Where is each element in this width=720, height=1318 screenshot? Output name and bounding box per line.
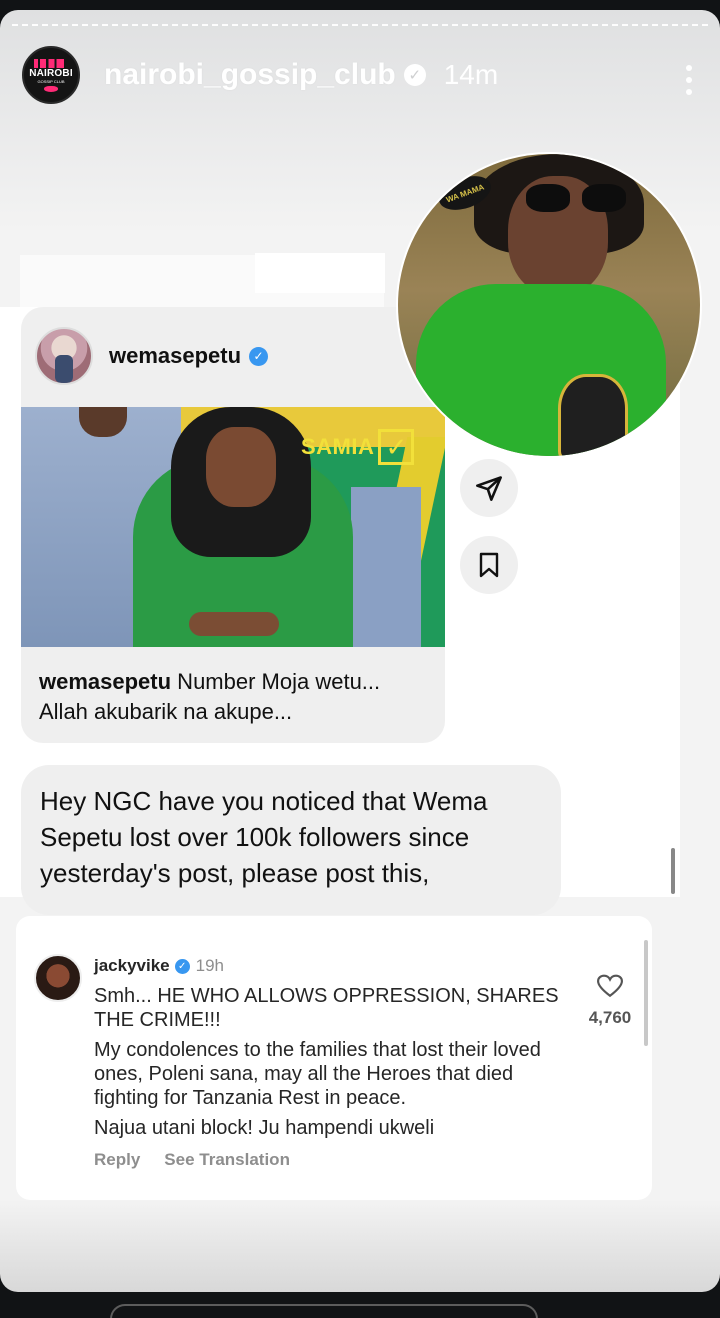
post-caption: wemasepetu Number Moja wetu... Allah aku… xyxy=(39,667,429,727)
send-icon xyxy=(476,476,502,501)
comment-line: Najua utani block! Ju hampendi ukweli xyxy=(94,1117,435,1139)
verified-badge-icon: ✓ xyxy=(174,958,190,974)
post-username: wemasepetu xyxy=(109,343,242,368)
see-translation-button[interactable]: See Translation xyxy=(164,1150,290,1170)
samia-badge-text: SAMIA xyxy=(301,434,375,459)
comment-meta: jackyvike ✓ 19h xyxy=(94,956,224,976)
avatar-sub-text: GOSSIP CLUB xyxy=(37,78,65,84)
post-header: wemasepetu ✓ xyxy=(35,327,269,385)
verified-badge-icon: ✓ xyxy=(403,64,426,86)
commenter-avatar[interactable] xyxy=(34,954,82,1002)
scroll-indicator xyxy=(644,940,648,1046)
verified-badge-icon: ✓ xyxy=(249,346,269,366)
share-button[interactable] xyxy=(460,459,518,517)
story-header: NAIROBI GOSSIP CLUB nairobi_gossip_club … xyxy=(22,45,698,105)
samia-badge: SAMIA ✓ xyxy=(301,429,415,465)
reply-button[interactable]: Reply xyxy=(94,1150,140,1170)
comment-timestamp: 19h xyxy=(195,956,225,975)
heart-icon xyxy=(597,974,623,998)
bookmark-icon xyxy=(479,552,499,578)
save-button[interactable] xyxy=(460,536,518,594)
avatar-brand-text: NAIROBI xyxy=(29,67,73,79)
check-icon: ✓ xyxy=(378,429,415,465)
comment-username[interactable]: jackyvike xyxy=(94,956,170,976)
story-progress-bar xyxy=(12,24,708,27)
comment-line: Smh... HE WHO ALLOWS OPPRESSION, SHARES … xyxy=(94,985,559,1031)
skyline-icon xyxy=(34,58,68,68)
profile-photo-sticker: WA MAMA xyxy=(396,152,702,458)
story-username[interactable]: nairobi_gossip_club xyxy=(104,58,396,92)
caption-username: wemasepetu xyxy=(39,669,172,694)
comment-body: Smh... HE WHO ALLOWS OPPRESSION, SHARES … xyxy=(94,984,574,1146)
scroll-indicator xyxy=(671,848,675,894)
screenshot-fragment xyxy=(255,253,385,293)
lips-icon xyxy=(44,85,58,92)
post-image: SAMIA ✓ xyxy=(21,407,445,647)
like-control[interactable]: 4,760 xyxy=(584,974,636,1028)
more-options-icon[interactable] xyxy=(684,65,694,95)
comment-screenshot: jackyvike ✓ 19h Smh... HE WHO ALLOWS OPP… xyxy=(16,916,652,1200)
story-avatar[interactable]: NAIROBI GOSSIP CLUB xyxy=(22,46,80,104)
comment-line: My condolences to the families that lost… xyxy=(94,1039,541,1109)
post-avatar xyxy=(35,327,93,385)
home-indicator xyxy=(110,1304,538,1318)
story-timestamp: 14m xyxy=(443,59,499,90)
like-count: 4,760 xyxy=(588,1008,632,1027)
shared-post-card[interactable]: wemasepetu ✓ SAMIA ✓ wemasepetu Number M… xyxy=(21,307,445,743)
comment-actions: Reply See Translation xyxy=(94,1150,290,1170)
message-bubble: Hey NGC have you noticed that Wema Sepet… xyxy=(21,765,561,915)
